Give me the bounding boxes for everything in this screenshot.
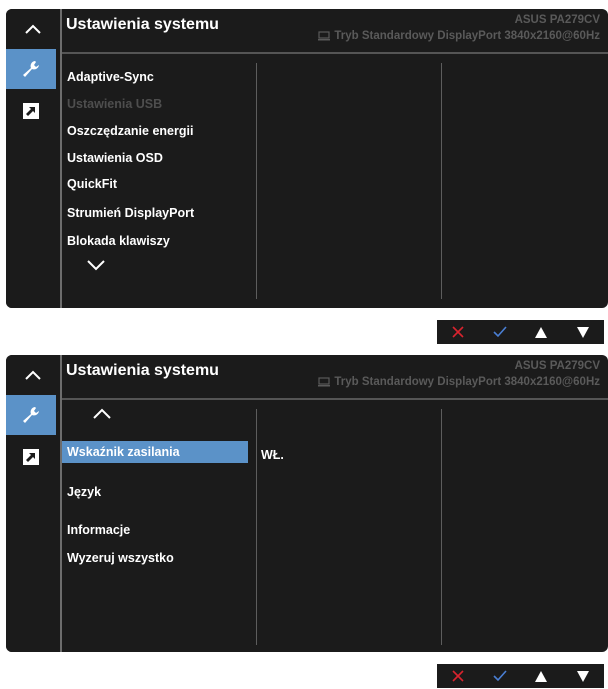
checkmark-icon (493, 326, 507, 338)
menu-item-displayport-stream[interactable]: Strumień DisplayPort (67, 206, 194, 220)
confirm-key[interactable] (488, 323, 512, 341)
menu-item-language[interactable]: Język (67, 485, 101, 499)
close-icon (452, 326, 464, 338)
osd-panel-system-settings-page-2: Ustawienia systemu ASUS PA279CV Tryb Sta… (6, 355, 608, 652)
triangle-down-icon (577, 326, 590, 338)
column-divider-2 (441, 409, 442, 645)
column-divider-1 (256, 409, 257, 645)
up-key[interactable] (529, 667, 553, 685)
wrench-icon (23, 61, 39, 77)
menu-item-osd-settings[interactable]: Ustawienia OSD (67, 151, 163, 165)
key-guide-bar (437, 320, 604, 344)
power-indicator-value[interactable]: WŁ. (261, 448, 284, 462)
monitor-icon (318, 377, 331, 387)
chevron-up-icon (24, 370, 41, 380)
close-key[interactable] (446, 323, 470, 341)
shortcut-arrow-icon (26, 453, 35, 462)
menu-item-usb-settings: Ustawienia USB (67, 97, 163, 111)
status-line: Tryb Standardowy DisplayPort 3840x2160@6… (318, 376, 600, 388)
monitor-icon (318, 31, 331, 41)
wrench-icon (23, 407, 39, 423)
up-key[interactable] (529, 323, 553, 341)
nav-up-button[interactable] (6, 9, 59, 49)
status-text: Tryb Standardowy DisplayPort 3840x2160@6… (334, 30, 600, 42)
model-name: ASUS PA279CV (514, 14, 600, 26)
page-title: Ustawienia systemu (66, 362, 219, 379)
close-icon (452, 670, 464, 682)
page-title: Ustawienia systemu (66, 16, 219, 33)
triangle-up-icon (535, 326, 548, 338)
down-key[interactable] (571, 323, 595, 341)
header-divider (62, 398, 608, 400)
menu-item-information[interactable]: Informacje (67, 523, 130, 537)
chevron-down-icon[interactable] (86, 259, 106, 271)
shortcut-tab[interactable] (23, 449, 39, 465)
column-divider-1 (256, 63, 257, 299)
shortcut-arrow-icon (26, 107, 35, 116)
column-divider-2 (441, 63, 442, 299)
confirm-key[interactable] (488, 667, 512, 685)
chevron-up-icon (24, 24, 41, 34)
down-key[interactable] (571, 667, 595, 685)
menu-item-key-lock[interactable]: Blokada klawiszy (67, 234, 170, 248)
osd-panel-system-settings: Ustawienia systemu ASUS PA279CV Tryb Sta… (6, 9, 608, 308)
triangle-up-icon (535, 670, 548, 682)
menu-item-reset-all[interactable]: Wyzeruj wszystko (67, 551, 174, 565)
menu-item-power-saving[interactable]: Oszczędzanie energii (67, 124, 193, 138)
checkmark-icon (493, 670, 507, 682)
menu-item-adaptive-sync[interactable]: Adaptive-Sync (67, 70, 154, 84)
close-key[interactable] (446, 667, 470, 685)
status-line: Tryb Standardowy DisplayPort 3840x2160@6… (318, 30, 600, 42)
key-guide-bar (437, 664, 604, 688)
menu-item-quickfit[interactable]: QuickFit (67, 177, 117, 191)
system-settings-tab[interactable] (6, 395, 56, 435)
menu-item-power-indicator[interactable]: Wskaźnik zasilania (67, 445, 180, 459)
system-settings-tab[interactable] (6, 49, 56, 89)
nav-up-button[interactable] (6, 355, 59, 395)
header-divider (62, 52, 608, 54)
model-name: ASUS PA279CV (514, 360, 600, 372)
shortcut-tab[interactable] (23, 103, 39, 119)
status-text: Tryb Standardowy DisplayPort 3840x2160@6… (334, 376, 600, 388)
triangle-down-icon (577, 670, 590, 682)
chevron-up-icon[interactable] (92, 408, 112, 420)
